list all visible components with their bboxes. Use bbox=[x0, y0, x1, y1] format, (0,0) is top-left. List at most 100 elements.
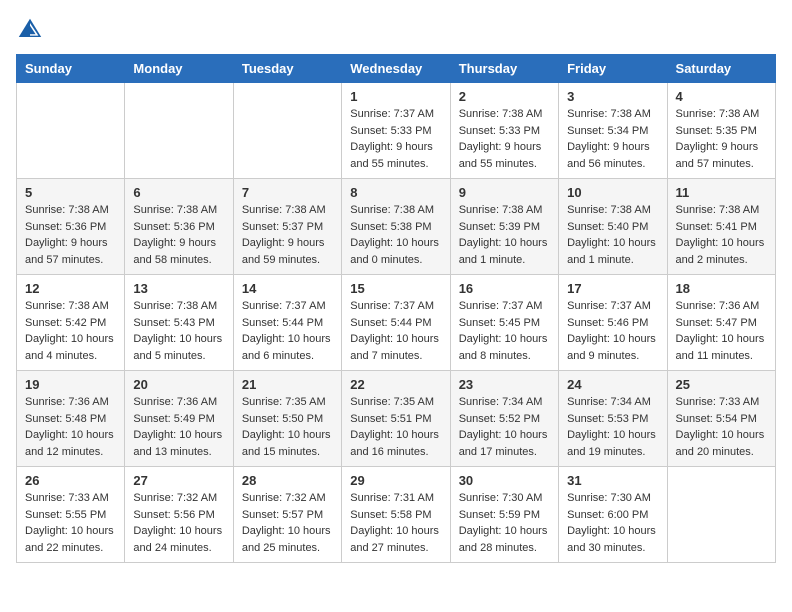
daylight-text: Daylight: 10 hours and 28 minutes. bbox=[459, 523, 550, 556]
sunset-text: Sunset: 5:57 PM bbox=[242, 507, 333, 524]
day-number: 23 bbox=[459, 377, 550, 392]
day-number: 15 bbox=[350, 281, 441, 296]
daylight-text: Daylight: 10 hours and 6 minutes. bbox=[242, 331, 333, 364]
daylight-text: Daylight: 10 hours and 27 minutes. bbox=[350, 523, 441, 556]
sunset-text: Sunset: 5:49 PM bbox=[133, 411, 224, 428]
calendar-day-cell: 9 Sunrise: 7:38 AMSunset: 5:39 PMDaylight… bbox=[450, 179, 558, 275]
logo-icon bbox=[16, 16, 44, 44]
calendar-day-cell: 27Sunrise: 7:32 AMSunset: 5:56 PMDayligh… bbox=[125, 467, 233, 563]
day-info: Sunrise: 7:38 AMSunset: 5:37 PMDaylight:… bbox=[242, 202, 333, 268]
calendar-day-cell: 12Sunrise: 7:38 AMSunset: 5:42 PMDayligh… bbox=[17, 275, 125, 371]
calendar-day-cell: 28Sunrise: 7:32 AMSunset: 5:57 PMDayligh… bbox=[233, 467, 341, 563]
day-info: Sunrise: 7:35 AMSunset: 5:51 PMDaylight:… bbox=[350, 394, 441, 460]
daylight-text: Daylight: 10 hours and 16 minutes. bbox=[350, 427, 441, 460]
sunrise-text: Sunrise: 7:31 AM bbox=[350, 490, 441, 507]
calendar-week-row: 1Sunrise: 7:37 AMSunset: 5:33 PMDaylight… bbox=[17, 83, 776, 179]
day-number: 30 bbox=[459, 473, 550, 488]
sunrise-text: Sunrise: 7:38 AM bbox=[242, 202, 333, 219]
sunrise-text: Sunrise: 7:32 AM bbox=[242, 490, 333, 507]
sunrise-text: Sunrise: 7:38 AM bbox=[567, 106, 658, 123]
calendar-header-row: SundayMondayTuesdayWednesdayThursdayFrid… bbox=[17, 55, 776, 83]
day-number: 26 bbox=[25, 473, 116, 488]
day-info: Sunrise: 7:31 AMSunset: 5:58 PMDaylight:… bbox=[350, 490, 441, 556]
sunrise-text: Sunrise: 7:30 AM bbox=[459, 490, 550, 507]
calendar-day-cell: 29Sunrise: 7:31 AMSunset: 5:58 PMDayligh… bbox=[342, 467, 450, 563]
daylight-text: Daylight: 10 hours and 5 minutes. bbox=[133, 331, 224, 364]
sunrise-text: Sunrise: 7:34 AM bbox=[459, 394, 550, 411]
calendar-day-cell: 3Sunrise: 7:38 AMSunset: 5:34 PMDaylight… bbox=[559, 83, 667, 179]
sunset-text: Sunset: 5:53 PM bbox=[567, 411, 658, 428]
sunrise-text: Sunrise: 7:32 AM bbox=[133, 490, 224, 507]
day-of-week-header: Thursday bbox=[450, 55, 558, 83]
day-number: 18 bbox=[676, 281, 767, 296]
sunset-text: Sunset: 5:43 PM bbox=[133, 315, 224, 332]
sunset-text: Sunset: 6:00 PM bbox=[567, 507, 658, 524]
day-info: Sunrise: 7:38 AMSunset: 5:33 PMDaylight:… bbox=[459, 106, 550, 172]
day-info: Sunrise: 7:38 AMSunset: 5:39 PMDaylight:… bbox=[459, 202, 550, 268]
sunset-text: Sunset: 5:58 PM bbox=[350, 507, 441, 524]
day-number: 20 bbox=[133, 377, 224, 392]
day-info: Sunrise: 7:37 AMSunset: 5:44 PMDaylight:… bbox=[242, 298, 333, 364]
sunset-text: Sunset: 5:36 PM bbox=[133, 219, 224, 236]
day-number: 11 bbox=[676, 185, 767, 200]
day-info: Sunrise: 7:33 AMSunset: 5:54 PMDaylight:… bbox=[676, 394, 767, 460]
daylight-text: Daylight: 10 hours and 15 minutes. bbox=[242, 427, 333, 460]
calendar-day-cell: 18Sunrise: 7:36 AMSunset: 5:47 PMDayligh… bbox=[667, 275, 775, 371]
sunrise-text: Sunrise: 7:35 AM bbox=[242, 394, 333, 411]
daylight-text: Daylight: 10 hours and 7 minutes. bbox=[350, 331, 441, 364]
sunset-text: Sunset: 5:38 PM bbox=[350, 219, 441, 236]
day-of-week-header: Tuesday bbox=[233, 55, 341, 83]
day-number: 17 bbox=[567, 281, 658, 296]
sunrise-text: Sunrise: 7:33 AM bbox=[676, 394, 767, 411]
day-info: Sunrise: 7:37 AMSunset: 5:46 PMDaylight:… bbox=[567, 298, 658, 364]
daylight-text: Daylight: 10 hours and 17 minutes. bbox=[459, 427, 550, 460]
sunrise-text: Sunrise: 7:38 AM bbox=[133, 298, 224, 315]
sunset-text: Sunset: 5:35 PM bbox=[676, 123, 767, 140]
calendar-week-row: 5Sunrise: 7:38 AMSunset: 5:36 PMDaylight… bbox=[17, 179, 776, 275]
calendar-day-cell: 31Sunrise: 7:30 AMSunset: 6:00 PMDayligh… bbox=[559, 467, 667, 563]
calendar-table: SundayMondayTuesdayWednesdayThursdayFrid… bbox=[16, 54, 776, 563]
calendar-day-cell bbox=[233, 83, 341, 179]
calendar-day-cell: 25 Sunrise: 7:33 AMSunset: 5:54 PMDayligh… bbox=[667, 371, 775, 467]
sunset-text: Sunset: 5:45 PM bbox=[459, 315, 550, 332]
calendar-day-cell: 13Sunrise: 7:38 AMSunset: 5:43 PMDayligh… bbox=[125, 275, 233, 371]
calendar-day-cell: 19Sunrise: 7:36 AMSunset: 5:48 PMDayligh… bbox=[17, 371, 125, 467]
daylight-text: Daylight: 10 hours and 24 minutes. bbox=[133, 523, 224, 556]
sunrise-text: Sunrise: 7:37 AM bbox=[350, 298, 441, 315]
daylight-text: Daylight: 9 hours and 59 minutes. bbox=[242, 235, 333, 268]
sunset-text: Sunset: 5:46 PM bbox=[567, 315, 658, 332]
day-number: 1 bbox=[350, 89, 441, 104]
day-info: Sunrise: 7:30 AMSunset: 6:00 PMDaylight:… bbox=[567, 490, 658, 556]
sunset-text: Sunset: 5:33 PM bbox=[350, 123, 441, 140]
day-of-week-header: Sunday bbox=[17, 55, 125, 83]
day-number: 7 bbox=[242, 185, 333, 200]
sunset-text: Sunset: 5:50 PM bbox=[242, 411, 333, 428]
day-info: Sunrise: 7:38 AMSunset: 5:36 PMDaylight:… bbox=[133, 202, 224, 268]
sunrise-text: Sunrise: 7:38 AM bbox=[133, 202, 224, 219]
daylight-text: Daylight: 9 hours and 57 minutes. bbox=[25, 235, 116, 268]
calendar-day-cell bbox=[125, 83, 233, 179]
sunrise-text: Sunrise: 7:36 AM bbox=[133, 394, 224, 411]
sunset-text: Sunset: 5:56 PM bbox=[133, 507, 224, 524]
daylight-text: Daylight: 10 hours and 19 minutes. bbox=[567, 427, 658, 460]
day-info: Sunrise: 7:38 AMSunset: 5:34 PMDaylight:… bbox=[567, 106, 658, 172]
calendar-day-cell: 15 Sunrise: 7:37 AMSunset: 5:44 PMDayligh… bbox=[342, 275, 450, 371]
day-number: 9 bbox=[459, 185, 550, 200]
daylight-text: Daylight: 10 hours and 25 minutes. bbox=[242, 523, 333, 556]
sunset-text: Sunset: 5:48 PM bbox=[25, 411, 116, 428]
calendar-day-cell: 22Sunrise: 7:35 AMSunset: 5:51 PMDayligh… bbox=[342, 371, 450, 467]
daylight-text: Daylight: 10 hours and 22 minutes. bbox=[25, 523, 116, 556]
daylight-text: Daylight: 10 hours and 11 minutes. bbox=[676, 331, 767, 364]
sunset-text: Sunset: 5:33 PM bbox=[459, 123, 550, 140]
calendar-day-cell: 14Sunrise: 7:37 AMSunset: 5:44 PMDayligh… bbox=[233, 275, 341, 371]
sunset-text: Sunset: 5:36 PM bbox=[25, 219, 116, 236]
calendar-day-cell: 6Sunrise: 7:38 AMSunset: 5:36 PMDaylight… bbox=[125, 179, 233, 275]
sunrise-text: Sunrise: 7:38 AM bbox=[676, 106, 767, 123]
sunrise-text: Sunrise: 7:38 AM bbox=[350, 202, 441, 219]
sunset-text: Sunset: 5:44 PM bbox=[242, 315, 333, 332]
day-number: 25 bbox=[676, 377, 767, 392]
sunset-text: Sunset: 5:44 PM bbox=[350, 315, 441, 332]
calendar-week-row: 12Sunrise: 7:38 AMSunset: 5:42 PMDayligh… bbox=[17, 275, 776, 371]
sunset-text: Sunset: 5:47 PM bbox=[676, 315, 767, 332]
sunrise-text: Sunrise: 7:35 AM bbox=[350, 394, 441, 411]
